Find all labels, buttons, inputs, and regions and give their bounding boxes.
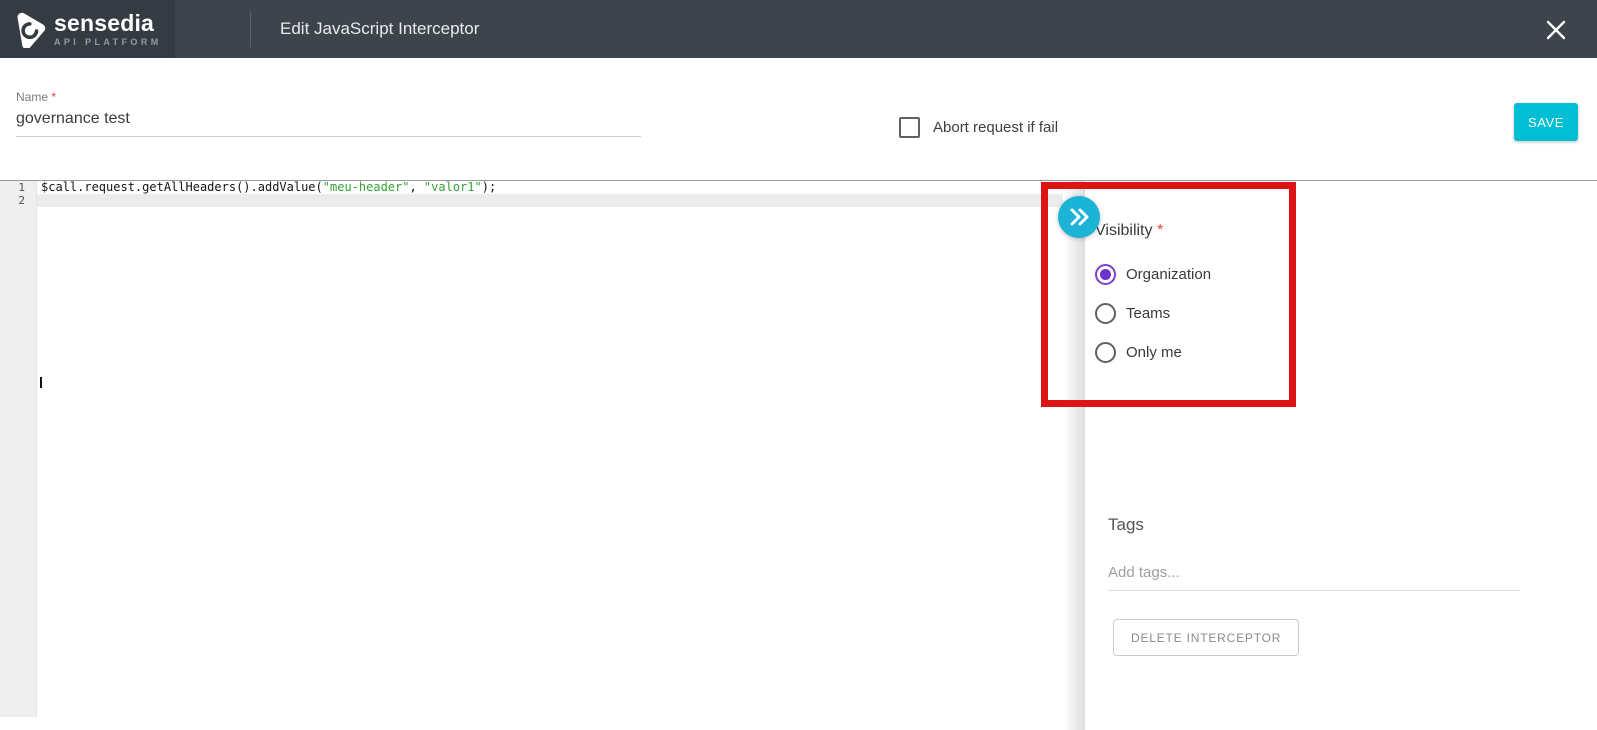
- text-cursor: [40, 377, 42, 388]
- name-field-group: Name *: [16, 90, 641, 137]
- edit-javascript-interceptor-modal: sensedia API PLATFORM Edit JavaScript In…: [0, 0, 1597, 730]
- tags-label: Tags: [1108, 515, 1144, 535]
- page-title: Edit JavaScript Interceptor: [280, 0, 479, 58]
- code-text: );: [482, 180, 496, 194]
- name-input[interactable]: [16, 108, 641, 137]
- panel-edge-shadow: [1063, 181, 1085, 730]
- radio-organization[interactable]: Organization: [1095, 264, 1211, 285]
- double-chevron-right-icon: [1067, 207, 1091, 227]
- header-divider: [250, 11, 251, 47]
- code-line-2-active[interactable]: [37, 194, 1063, 207]
- required-asterisk: *: [51, 90, 56, 104]
- code-string: "meu-header": [323, 180, 410, 194]
- radio-label: Organization: [1126, 266, 1211, 283]
- visibility-label: Visibility *: [1095, 222, 1163, 240]
- code-text: $call.request.getAllHeaders().addValue(: [41, 180, 323, 194]
- sensedia-logo: sensedia API PLATFORM: [0, 0, 175, 58]
- tags-input[interactable]: [1108, 555, 1520, 591]
- collapse-panel-button[interactable]: [1058, 196, 1100, 238]
- abort-request-label: Abort request if fail: [933, 119, 1058, 136]
- abort-request-checkbox[interactable]: [899, 117, 920, 138]
- required-asterisk: *: [1157, 222, 1163, 239]
- code-text: ,: [409, 180, 423, 194]
- brand-subtitle: API PLATFORM: [54, 38, 162, 47]
- save-button[interactable]: SAVE: [1514, 103, 1578, 141]
- editor-gutter: 1 2: [0, 181, 37, 717]
- abort-request-row: Abort request if fail: [899, 117, 1058, 138]
- line-number: 2: [0, 194, 25, 207]
- sensedia-logo-icon: [10, 10, 48, 48]
- code-editor[interactable]: 1 2 $call.request.getAllHeaders().addVal…: [0, 181, 1063, 717]
- radio-teams[interactable]: Teams: [1095, 303, 1170, 324]
- brand-name: sensedia: [54, 12, 162, 35]
- name-field-label: Name *: [16, 90, 641, 104]
- code-string: "valor1": [424, 180, 482, 194]
- delete-interceptor-button[interactable]: DELETE INTERCEPTOR: [1113, 619, 1299, 656]
- radio-label: Teams: [1126, 305, 1170, 322]
- close-icon[interactable]: [1541, 15, 1571, 45]
- line-number: 1: [0, 181, 25, 194]
- radio-button[interactable]: [1095, 342, 1116, 363]
- radio-button-selected[interactable]: [1095, 264, 1116, 285]
- radio-only-me[interactable]: Only me: [1095, 342, 1182, 363]
- code-line-1[interactable]: $call.request.getAllHeaders().addValue("…: [37, 181, 1063, 194]
- header-bar: sensedia API PLATFORM Edit JavaScript In…: [0, 0, 1597, 58]
- radio-button[interactable]: [1095, 303, 1116, 324]
- radio-label: Only me: [1126, 344, 1182, 361]
